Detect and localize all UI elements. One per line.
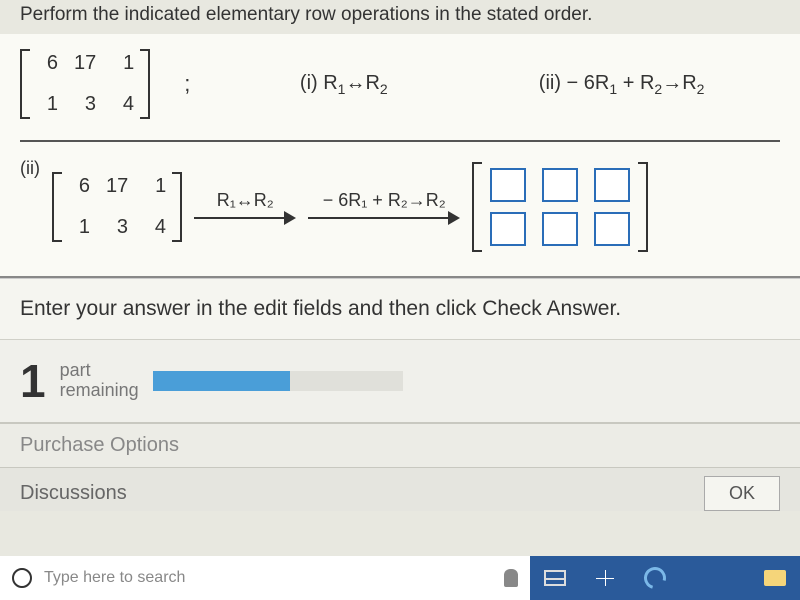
- matrix-cell: 1: [36, 93, 58, 116]
- matrix-cell: 4: [144, 216, 166, 239]
- matrix-cell: 17: [106, 175, 128, 198]
- enter-answer-instruction: Enter your answer in the edit fields and…: [0, 278, 800, 339]
- matrix-cell: 3: [74, 93, 96, 116]
- progress-bar: [153, 371, 403, 391]
- problem-area: 6 17 1 1 3 4 ; (i) R1↔R2 (ii) − 6R1 + R2…: [0, 34, 800, 278]
- part-two-label: (ii): [20, 158, 40, 179]
- search-box[interactable]: Type here to search: [0, 556, 530, 600]
- instruction-text: Perform the indicated elementary row ope…: [0, 0, 800, 34]
- operation-two: (ii) − 6R1 + R2→R2: [539, 72, 705, 97]
- ok-button[interactable]: OK: [704, 476, 780, 511]
- matrix-cell: 3: [106, 216, 128, 239]
- problem-row-1: 6 17 1 1 3 4 ; (i) R1↔R2 (ii) − 6R1 + R2…: [20, 44, 780, 134]
- answer-field-r2c3[interactable]: [594, 212, 630, 246]
- file-explorer-icon[interactable]: [750, 556, 800, 600]
- answer-field-r1c1[interactable]: [490, 168, 526, 202]
- answer-field-r1c2[interactable]: [542, 168, 578, 202]
- store-icon[interactable]: [580, 556, 630, 600]
- answer-field-r1c3[interactable]: [594, 168, 630, 202]
- arrow-op-label: R₁↔R₂: [217, 190, 274, 211]
- semicolon: ;: [184, 71, 190, 97]
- microphone-icon[interactable]: [504, 569, 518, 587]
- problem-row-2: (ii) 6 17 1 1 3 4 R₁↔R₂ − 6R₁ +: [20, 142, 780, 256]
- matrix-cell: 1: [68, 216, 90, 239]
- edge-icon[interactable]: [630, 556, 680, 600]
- progress-row: 1 part remaining: [0, 339, 800, 422]
- matrix-cell: 1: [112, 52, 134, 75]
- spacer: [680, 556, 750, 600]
- discussions-header[interactable]: Discussions: [20, 482, 127, 505]
- matrix-cell: 6: [36, 52, 58, 75]
- matrix-cell: 6: [68, 175, 90, 198]
- parts-remaining-label: part remaining: [60, 361, 139, 401]
- initial-matrix: 6 17 1 1 3 4: [20, 44, 150, 124]
- answer-field-r2c1[interactable]: [490, 212, 526, 246]
- search-placeholder: Type here to search: [44, 569, 492, 587]
- source-matrix: 6 17 1 1 3 4: [52, 167, 182, 247]
- answer-field-r2c2[interactable]: [542, 212, 578, 246]
- matrix-cell: 17: [74, 52, 96, 75]
- matrix-cell: 4: [112, 93, 134, 116]
- progress-fill: [153, 371, 291, 391]
- cortana-icon[interactable]: [12, 568, 32, 588]
- bracket-left: [20, 49, 30, 119]
- task-view-icon[interactable]: [530, 556, 580, 600]
- arrow-step-2: − 6R₁ + R₂→R₂: [308, 190, 460, 225]
- matrix-cell: 1: [144, 175, 166, 198]
- bracket-right: [140, 49, 150, 119]
- operation-one: (i) R1↔R2: [300, 72, 388, 97]
- parts-remaining-count: 1: [20, 354, 46, 408]
- arrow-step-1: R₁↔R₂: [194, 190, 296, 225]
- answer-matrix: [472, 158, 648, 256]
- arrow-op-label: − 6R₁ + R₂→R₂: [323, 190, 446, 211]
- taskbar: Type here to search: [0, 556, 800, 600]
- purchase-options-header[interactable]: Purchase Options: [0, 422, 800, 467]
